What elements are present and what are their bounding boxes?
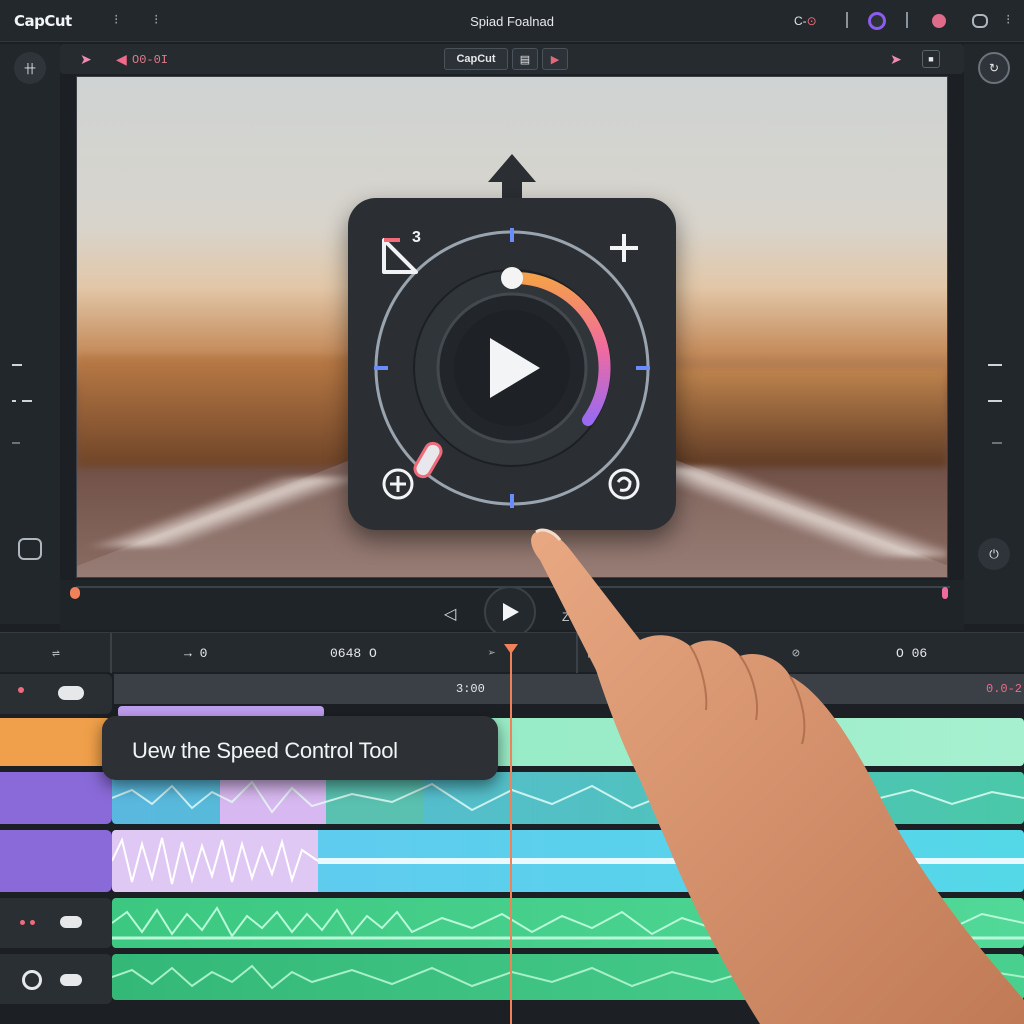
marker-tick [22, 400, 32, 402]
skip-icon[interactable]: ➢ [488, 646, 496, 661]
divider [576, 633, 578, 673]
marker-tick [988, 364, 1002, 366]
progress-start[interactable] [70, 587, 80, 599]
waveform [112, 964, 1024, 990]
crop-icon[interactable] [18, 538, 42, 560]
speed-marker: 3 [412, 229, 421, 246]
speed-control-tooltip: Uew the Speed Control Tool [102, 716, 498, 780]
play-icon [503, 603, 519, 621]
reset-icon[interactable] [608, 468, 640, 500]
track-head-sfx[interactable] [0, 954, 112, 1004]
record-status-text: C- [794, 14, 807, 28]
link-icon[interactable]: ⇌ [52, 646, 60, 661]
profile-icon[interactable] [868, 12, 886, 30]
next-arrow-icon[interactable]: ➤ [890, 51, 902, 68]
timecode-current: 0648 O [330, 646, 377, 661]
reset-arrow [616, 476, 632, 492]
playhead[interactable] [510, 648, 512, 1024]
record-dot-icon [20, 920, 25, 925]
visibility-icon[interactable] [60, 974, 82, 986]
play-button[interactable] [484, 586, 536, 638]
track-head-video[interactable] [0, 674, 112, 714]
marker-tick [12, 442, 20, 444]
back-arrow-icon[interactable]: ◀ [116, 51, 127, 68]
playback-controls: ◁ Z [60, 580, 964, 638]
record-dot-icon [30, 920, 35, 925]
waveform [112, 830, 1024, 892]
right-panel: ↻ ⏻ [964, 44, 1024, 624]
marker-tick [992, 442, 1002, 444]
timecode-in: → 0 [184, 646, 208, 661]
marker-tick [12, 364, 22, 366]
track-head-audio-1[interactable] [0, 718, 112, 766]
link-icon[interactable]: ⊘ [792, 646, 800, 661]
landscape-right [657, 367, 947, 467]
track-head-music[interactable] [0, 898, 112, 948]
timecode-out: O 06 [896, 646, 928, 661]
record-icon[interactable] [22, 970, 42, 990]
visibility-icon[interactable] [58, 686, 84, 700]
tooltip-text: Uew the Speed Control Tool [132, 738, 398, 763]
toolbar-center-group: CapCut ▤ ▶ [444, 48, 568, 70]
sfx-clip[interactable] [112, 954, 1024, 1000]
track-head-audio-2[interactable] [0, 772, 112, 824]
add-icon[interactable] [610, 234, 638, 262]
forward-arrow-icon[interactable]: ➤ [80, 51, 92, 68]
record-dot-icon [18, 687, 24, 693]
ruler-label: 3:00 [456, 682, 485, 696]
speed-slider-handle[interactable] [412, 440, 444, 479]
road-line [647, 467, 947, 557]
rotate-icon[interactable]: ↻ [978, 52, 1010, 84]
waveform [112, 906, 1024, 940]
music-clip[interactable] [112, 898, 1024, 948]
timecode-display: O0-0I [132, 53, 169, 67]
split-icon[interactable]: 卄 [14, 52, 46, 84]
speed-control-panel[interactable]: 3 [348, 198, 676, 530]
audio-clip-3[interactable] [112, 830, 1024, 892]
preview-toolbar: ➤ ◀ O0-0I CapCut ▤ ▶ ➤ ■ [60, 44, 964, 74]
divider [110, 633, 112, 673]
speed-handle[interactable] [501, 267, 523, 289]
divider [906, 12, 908, 28]
play-icon[interactable]: ▶ [542, 48, 568, 70]
document-icon[interactable]: ▤ [512, 48, 538, 70]
marker-tick [12, 400, 16, 402]
progress-end[interactable] [942, 587, 948, 599]
record-status: C-⊙ [794, 14, 817, 36]
chat-icon[interactable] [972, 14, 988, 28]
marker-tick [988, 400, 1002, 402]
capcut-button[interactable]: CapCut [444, 48, 508, 70]
record-icon: ⊙ [806, 14, 817, 28]
track-head-audio-3[interactable] [0, 830, 112, 892]
left-panel: 卄 [0, 44, 60, 624]
crop-icon[interactable]: ▣ [588, 646, 596, 661]
landscape-left [77, 357, 377, 467]
zoom-in-plus [390, 476, 406, 492]
road-line [77, 477, 377, 547]
menu-icon[interactable]: ⁝ [1006, 11, 1010, 28]
divider [846, 12, 848, 28]
notification-icon[interactable] [932, 14, 946, 28]
power-icon[interactable]: ⏻ [978, 538, 1010, 570]
zoom-label: Z [562, 610, 570, 624]
ruler-label: 0.0-2 [986, 682, 1023, 696]
title-bar: CapCut ⁝ ⁝ Spiad Foalnad C-⊙ ⁝ [0, 0, 1024, 42]
square-icon[interactable]: ■ [922, 50, 940, 68]
timeline-ruler[interactable]: 3:00 0.0-2 [114, 674, 1024, 704]
previous-frame-icon[interactable]: ◁ [444, 604, 456, 624]
up-arrow-icon [488, 154, 536, 200]
visibility-icon[interactable] [60, 916, 82, 928]
